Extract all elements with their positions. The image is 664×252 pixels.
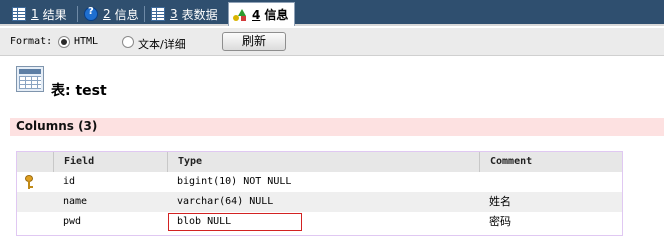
table-header-row: Field Type Comment — [17, 152, 622, 172]
info-icon — [84, 6, 98, 21]
comment-cell: 姓名 — [489, 195, 511, 208]
tab-label: 信息 — [264, 8, 289, 22]
tab-number: 2 — [103, 7, 111, 21]
refresh-button[interactable]: 刷新 — [222, 32, 286, 51]
key-cell — [17, 172, 53, 192]
tab-label: 结果 — [42, 7, 67, 22]
field-cell: name — [63, 196, 88, 207]
key-column-header — [17, 152, 53, 172]
tab-number: 3 — [170, 7, 178, 21]
primary-key-icon — [23, 175, 35, 189]
shapes-icon — [233, 8, 247, 22]
table-icon — [16, 66, 44, 92]
table-row: name varchar(64) NULL 姓名 — [17, 192, 622, 212]
format-html-radio[interactable] — [58, 36, 70, 48]
key-cell — [17, 212, 53, 232]
tab-info[interactable]: 2 信息 — [84, 3, 139, 25]
tab-number: 4 — [252, 7, 261, 22]
tab-bar: 1 结果 2 信息 3 表数据 4 信息 — [0, 0, 664, 26]
tab-info-active[interactable]: 4 信息 — [228, 2, 296, 26]
grid-icon — [12, 7, 26, 21]
columns-section-header: Columns (3) — [10, 118, 664, 136]
format-html-label[interactable]: HTML — [74, 36, 98, 47]
type-highlight-box — [168, 213, 302, 231]
comment-cell: 密码 — [489, 215, 511, 228]
tab-divider — [144, 6, 145, 22]
column-header-type: Type — [167, 152, 477, 172]
field-cell: id — [63, 176, 76, 187]
format-text-label[interactable]: 文本/详细 — [138, 36, 186, 52]
key-cell — [17, 192, 53, 212]
comment-cell — [479, 172, 622, 192]
format-label: Format: — [10, 36, 53, 47]
tab-label: 表数据 — [181, 7, 218, 22]
columns-table: Field Type Comment id bigint(10) NOT NUL… — [16, 151, 623, 236]
table-row: id bigint(10) NOT NULL — [17, 172, 622, 192]
tab-label: 信息 — [114, 7, 139, 22]
type-cell: varchar(64) NULL — [177, 196, 274, 207]
column-header-comment: Comment — [479, 152, 622, 172]
type-cell: bigint(10) NOT NULL — [177, 176, 292, 187]
table-title: 表: test — [51, 83, 107, 99]
format-toolbar: Format: HTML 文本/详细 刷新 — [0, 28, 664, 56]
table-row: pwd blob NULL 密码 — [17, 212, 622, 234]
grid-icon — [151, 7, 165, 21]
tab-divider — [77, 6, 78, 22]
columns-section-title: Columns (3) — [16, 119, 98, 133]
field-cell: pwd — [63, 216, 82, 227]
tab-number: 1 — [31, 7, 39, 21]
column-header-field: Field — [53, 152, 165, 172]
tab-results[interactable]: 1 结果 — [12, 3, 67, 25]
format-text-radio[interactable] — [122, 36, 134, 48]
tab-table-data[interactable]: 3 表数据 — [151, 3, 218, 25]
